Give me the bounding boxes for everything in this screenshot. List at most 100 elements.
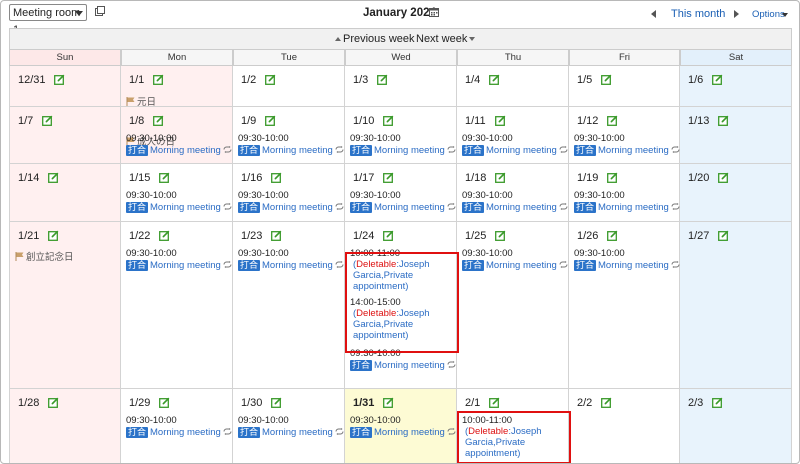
event-title-link[interactable]: Morning meeting [598, 260, 669, 271]
day-cell[interactable]: 1/13 [680, 107, 792, 164]
room-select[interactable]: Meeting room 1 [9, 4, 87, 36]
day-cell[interactable]: 1/6 [680, 66, 792, 107]
add-event-icon[interactable] [158, 230, 170, 241]
day-cell[interactable]: 1/26 09:30-10:00 打合 Morning meeting [569, 222, 680, 389]
add-event-icon[interactable] [41, 115, 53, 126]
event-title-link[interactable]: Morning meeting [374, 360, 445, 371]
add-event-icon[interactable] [47, 397, 59, 408]
event-title-link[interactable]: Morning meeting [262, 427, 333, 438]
event-title-link[interactable]: Morning meeting [262, 145, 333, 156]
event-item[interactable]: 打合 Morning meeting [350, 360, 456, 372]
event-item[interactable]: 打合 Morning meeting [238, 202, 344, 214]
day-cell[interactable]: 1/28 [9, 389, 121, 463]
chevron-down-icon[interactable] [782, 13, 788, 17]
day-cell[interactable]: 1/14 [9, 164, 121, 222]
day-cell[interactable]: 12/31 [9, 66, 121, 107]
add-event-icon[interactable] [47, 172, 59, 183]
day-cell[interactable]: 1/1 元日 [121, 66, 233, 108]
event-item[interactable]: 打合 Morning meeting [350, 427, 456, 439]
add-event-icon[interactable] [494, 230, 506, 241]
day-cell[interactable]: 1/19 09:30-10:00 打合 Morning meeting [569, 164, 680, 222]
event-item[interactable]: 打合 Morning meeting [238, 260, 344, 272]
add-event-icon[interactable] [606, 172, 618, 183]
day-cell[interactable]: 1/4 [457, 66, 569, 107]
add-event-icon[interactable] [600, 397, 612, 408]
day-cell[interactable]: 1/29 09:30-10:00 打合 Morning meeting [121, 389, 233, 463]
add-event-icon[interactable] [382, 172, 394, 183]
day-cell[interactable]: 1/30 09:30-10:00 打合 Morning meeting [233, 389, 345, 463]
calendar-icon[interactable] [429, 7, 439, 17]
add-event-icon[interactable] [382, 230, 394, 241]
day-cell[interactable]: 1/2 [233, 66, 345, 107]
day-cell[interactable]: 1/15 09:30-10:00 打合 Morning meeting [121, 164, 233, 222]
day-cell[interactable]: 1/12 09:30-10:00 打合 Morning meeting [569, 107, 680, 164]
day-cell[interactable]: 1/10 09:30-10:00 打合 Morning meeting [345, 107, 457, 164]
event-item[interactable]: 打合 Morning meeting [238, 145, 344, 157]
day-cell[interactable]: 1/17 09:30-10:00 打合 Morning meeting [345, 164, 457, 222]
event-title-link[interactable]: Morning meeting [150, 427, 221, 438]
event-item[interactable]: 打合 Morning meeting [126, 145, 232, 157]
day-cell[interactable]: 1/8 成人の日 09:30-10:00 打合 Morning meeting [121, 107, 233, 164]
add-event-icon[interactable] [600, 74, 612, 85]
add-event-icon[interactable] [264, 74, 276, 85]
event-item[interactable]: 打合 Morning meeting [462, 260, 568, 272]
add-event-icon[interactable] [152, 74, 164, 85]
event-item[interactable]: 打合 Morning meeting [350, 145, 456, 157]
event-item[interactable]: 打合 Morning meeting [574, 202, 680, 214]
add-event-icon[interactable] [717, 115, 729, 126]
add-event-icon[interactable] [606, 115, 618, 126]
day-cell[interactable]: 1/16 09:30-10:00 打合 Morning meeting [233, 164, 345, 222]
day-cell[interactable]: 1/9 09:30-10:00 打合 Morning meeting [233, 107, 345, 164]
event-item[interactable]: 打合 Morning meeting [462, 145, 568, 157]
day-cell[interactable]: 2/2 [569, 389, 680, 463]
event-title-link[interactable]: Morning meeting [262, 202, 333, 213]
event-title-link[interactable]: Morning meeting [486, 145, 557, 156]
add-event-icon[interactable] [717, 172, 729, 183]
day-cell[interactable]: 1/23 09:30-10:00 打合 Morning meeting [233, 222, 345, 389]
add-event-icon[interactable] [494, 172, 506, 183]
event-title-link[interactable]: Morning meeting [486, 202, 557, 213]
event-title-link[interactable]: Morning meeting [598, 145, 669, 156]
day-cell[interactable]: 1/5 [569, 66, 680, 107]
event-item[interactable]: 打合 Morning meeting [126, 427, 232, 439]
event-item[interactable]: 打合 Morning meeting [574, 260, 680, 272]
add-event-icon[interactable] [158, 172, 170, 183]
event-title-link[interactable]: Morning meeting [150, 260, 221, 271]
prev-month-arrow-icon[interactable] [651, 10, 656, 18]
day-cell[interactable]: 1/25 09:30-10:00 打合 Morning meeting [457, 222, 569, 389]
day-cell[interactable]: 1/31 09:30-10:00 打合 Morning meeting [345, 389, 457, 463]
add-event-icon[interactable] [47, 230, 59, 241]
event-item[interactable]: 打合 Morning meeting [126, 260, 232, 272]
day-cell[interactable]: 1/11 09:30-10:00 打合 Morning meeting [457, 107, 569, 164]
event-title-link[interactable]: Morning meeting [150, 145, 221, 156]
next-week-button[interactable]: Next week [416, 33, 476, 45]
add-event-icon[interactable] [270, 230, 282, 241]
this-month-link[interactable]: This month [671, 8, 725, 20]
add-event-icon[interactable] [270, 397, 282, 408]
add-event-icon[interactable] [606, 230, 618, 241]
day-cell[interactable]: 2/3 [680, 389, 792, 463]
event-title-link[interactable]: Morning meeting [374, 145, 445, 156]
add-event-icon[interactable] [158, 397, 170, 408]
event-title-link[interactable]: Morning meeting [598, 202, 669, 213]
day-cell[interactable]: 1/22 09:30-10:00 打合 Morning meeting [121, 222, 233, 389]
add-event-icon[interactable] [376, 74, 388, 85]
add-event-icon[interactable] [152, 115, 164, 126]
add-event-icon[interactable] [264, 115, 276, 126]
day-cell[interactable]: 1/27 [680, 222, 792, 389]
event-item[interactable]: 打合 Morning meeting [350, 202, 456, 214]
event-title-link[interactable]: Morning meeting [150, 202, 221, 213]
add-event-icon[interactable] [717, 230, 729, 241]
add-event-icon[interactable] [711, 397, 723, 408]
add-event-icon[interactable] [54, 74, 65, 85]
add-event-icon[interactable] [382, 115, 394, 126]
add-event-icon[interactable] [711, 74, 723, 85]
event-item[interactable]: 打合 Morning meeting [462, 202, 568, 214]
add-event-icon[interactable] [270, 172, 282, 183]
previous-week-button[interactable]: Previous week [335, 33, 415, 45]
day-cell[interactable]: 1/7 [9, 107, 121, 164]
event-title-link[interactable]: Morning meeting [262, 260, 333, 271]
event-title-link[interactable]: Morning meeting [374, 427, 445, 438]
popout-window-icon[interactable] [95, 6, 105, 16]
event-item[interactable]: 打合 Morning meeting [126, 202, 232, 214]
